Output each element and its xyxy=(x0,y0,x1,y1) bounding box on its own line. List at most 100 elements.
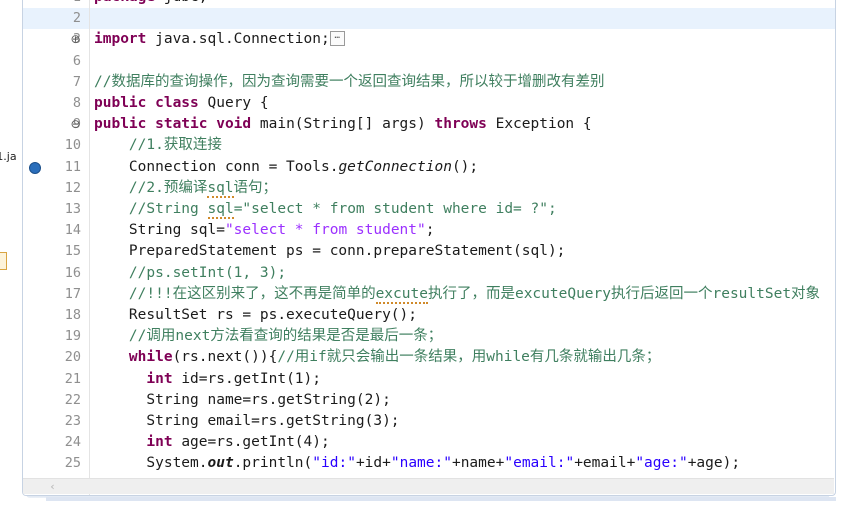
code-line[interactable]: import java.sql.Connection;… xyxy=(90,29,835,50)
line-number: 17 xyxy=(64,285,81,302)
code-token: 执行了，而是excuteQuery执行后返回一个resultSet对象 xyxy=(427,285,821,302)
code-token: public static void xyxy=(94,116,260,133)
package-explorer-remnant: a t1.ja xyxy=(0,0,22,505)
code-line[interactable]: public class Query { xyxy=(90,93,835,114)
gutter-row: 17 xyxy=(23,284,89,305)
code-line-text: PreparedStatement ps = conn.prepareState… xyxy=(94,241,566,262)
code-line[interactable]: ResultSet rs = ps.executeQuery(); xyxy=(90,305,835,326)
code-line-text: package jdbc; xyxy=(94,0,208,8)
code-line[interactable]: String sql="select * from student"; xyxy=(90,220,835,241)
code-line[interactable]: PreparedStatement ps = conn.prepareState… xyxy=(90,241,835,262)
line-number-gutter: 123⊕6789⊖1011121314151617181920212223242… xyxy=(23,0,89,495)
line-number: 25 xyxy=(64,455,81,472)
code-line[interactable]: String email=rs.getString(3); xyxy=(90,411,835,432)
collapsed-code-indicator[interactable]: … xyxy=(329,30,345,46)
gutter-row: 3 ⊕ xyxy=(23,29,89,50)
code-line-text: System.out.println("id:"+id+"name:"+name… xyxy=(94,453,740,474)
code-token: int xyxy=(146,434,173,451)
editor-frame-shadow-lower xyxy=(46,497,836,501)
code-line-text: //调用next方法看查询的结果是否是最后一条； xyxy=(94,326,442,347)
scroll-left-arrow-icon[interactable]: ‹ xyxy=(45,479,60,494)
code-line-text: //数据库的查询操作，因为查询需要一个返回查询结果，所以较于增删改有差别 xyxy=(94,72,604,93)
code-line-text: //ps.setInt(1, 3); xyxy=(94,263,286,284)
fold-collapse-icon[interactable]: ⊖ xyxy=(69,118,82,131)
code-line[interactable]: package jdbc; xyxy=(90,0,835,8)
code-token: 语句； xyxy=(233,179,278,196)
gutter-row: 1 xyxy=(23,0,89,8)
code-token: ResultSet rs = ps.executeQuery(); xyxy=(94,307,418,323)
code-line-text: ResultSet rs = ps.executeQuery(); xyxy=(94,305,417,326)
code-token: main(String[] args) xyxy=(259,116,435,133)
gutter-row: 20 xyxy=(23,347,89,368)
code-token: import xyxy=(94,31,156,48)
line-number: 1 xyxy=(73,0,81,8)
code-line[interactable]: while(rs.next()){//用if就只会输出一条结果，用while有几… xyxy=(90,347,835,368)
code-token: out xyxy=(207,455,234,472)
line-number: 18 xyxy=(64,307,81,323)
gutter-row: 2 xyxy=(23,8,89,30)
code-token: //ps.setInt(1, 3); xyxy=(94,264,287,281)
line-number: 19 xyxy=(64,328,81,345)
code-token: (); xyxy=(451,158,479,175)
code-token: public class xyxy=(94,95,208,111)
code-line-text: String email=rs.getString(3); xyxy=(94,411,399,432)
code-token: String name=rs.getString(2); xyxy=(94,391,391,408)
code-line[interactable] xyxy=(90,51,835,72)
gutter-row: 16 xyxy=(23,263,89,284)
code-line[interactable]: //2.预编译sql语句； xyxy=(90,178,835,199)
code-token: //!!!在这区别来了，这不再是简单的 xyxy=(94,285,376,302)
code-token: PreparedStatement ps = conn.prepareState… xyxy=(94,243,566,260)
line-number: 2 xyxy=(72,10,81,27)
code-line-text: while(rs.next()){//用if就只会输出一条结果，用while有几… xyxy=(94,347,661,368)
code-line[interactable]: public static void main(String[] args) t… xyxy=(90,114,835,135)
code-token: //用if就只会输出一条结果，用while有几条就输出几条； xyxy=(277,349,661,366)
editor-window: a t1.ja 123⊕6789⊖10111213141516171819202… xyxy=(0,0,842,505)
line-number: 22 xyxy=(64,391,81,408)
code-token: //数据库的查询操作，因为查询需要一个返回查询结果，所以较于增删改有差别 xyxy=(94,73,605,90)
line-number: 11 xyxy=(64,158,81,175)
code-token: Query { xyxy=(207,95,269,111)
code-line[interactable]: //数据库的查询操作，因为查询需要一个返回查询结果，所以较于增删改有差别 xyxy=(90,72,835,93)
code-line[interactable]: //调用next方法看查询的结果是否是最后一条； xyxy=(90,326,835,347)
line-number: 15 xyxy=(64,243,81,260)
fold-expand-icon[interactable]: ⊕ xyxy=(69,33,82,46)
code-token: Connection conn = Tools. xyxy=(94,158,339,175)
code-token: "name:" xyxy=(390,455,452,472)
code-token: "email:" xyxy=(504,455,575,472)
code-line[interactable]: //ps.setInt(1, 3); xyxy=(90,263,835,284)
code-line-text: String name=rs.getString(2); xyxy=(94,390,391,411)
code-token: ; xyxy=(425,222,435,239)
code-line[interactable]: Connection conn = Tools.getConnection(); xyxy=(90,157,835,178)
code-token: //1.获取连接 xyxy=(94,137,222,154)
code-token: age=rs.getInt(4); xyxy=(172,434,330,451)
code-token: (rs.next()){ xyxy=(172,349,278,366)
code-line[interactable] xyxy=(90,8,835,30)
code-token: //调用next方法看查询的结果是否是最后一条； xyxy=(94,328,443,345)
breakpoint-icon[interactable] xyxy=(29,161,41,174)
code-token: throws xyxy=(434,116,496,133)
code-line[interactable]: //!!!在这区别来了，这不再是简单的excute执行了，而是excuteQue… xyxy=(90,284,835,305)
code-line[interactable]: int age=rs.getInt(4); xyxy=(90,432,835,453)
code-line[interactable]: int id=rs.getInt(1); xyxy=(90,369,835,390)
line-number: 7 xyxy=(72,73,81,90)
code-token: //String xyxy=(94,201,208,217)
code-text-area[interactable]: package jdbc; import java.sql.Connection;… xyxy=(90,0,835,479)
line-number: 20 xyxy=(64,349,81,366)
code-line[interactable]: //String sql="select * from student wher… xyxy=(90,199,835,220)
gutter-row: 9 ⊖ xyxy=(23,114,89,135)
code-line[interactable]: String name=rs.getString(2); xyxy=(90,390,835,411)
code-token: //2.预编译 xyxy=(94,179,208,196)
code-line-text: //2.预编译sql语句； xyxy=(94,178,277,199)
gutter-row: 12 xyxy=(23,178,89,199)
code-line[interactable]: System.out.println("id:"+id+"name:"+name… xyxy=(90,453,835,474)
code-line[interactable]: //1.获取连接 xyxy=(90,135,835,156)
gutter-row: 22 xyxy=(23,390,89,411)
line-number: 13 xyxy=(64,201,81,217)
code-token: String sql= xyxy=(94,222,225,239)
horizontal-scrollbar[interactable]: ‹ xyxy=(23,478,834,494)
code-token: +email+ xyxy=(574,455,636,472)
gutter-row: 25 xyxy=(23,453,89,474)
code-token: jdbc; xyxy=(164,0,208,5)
